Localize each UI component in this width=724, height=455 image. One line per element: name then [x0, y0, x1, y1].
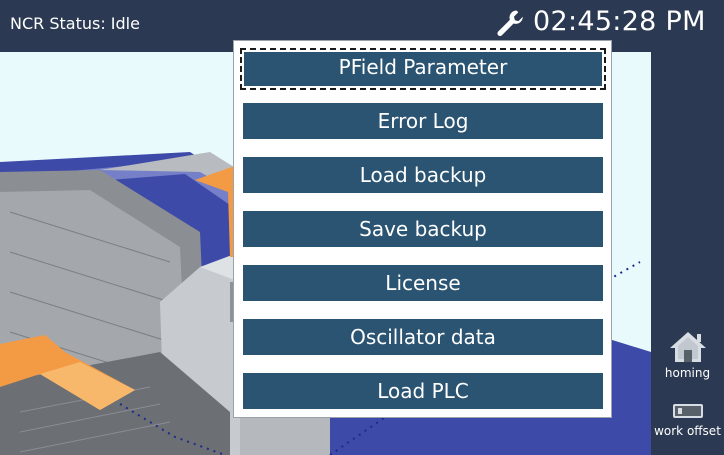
menu-item-error-log[interactable]: Error Log: [243, 103, 603, 139]
side-panel: homing work offset: [651, 46, 724, 455]
tools-menu: PField Parameter Error Log Load backup S…: [233, 40, 612, 418]
menu-item-load-plc[interactable]: Load PLC: [243, 373, 603, 409]
work-offset-button[interactable]: work offset: [651, 404, 724, 438]
homing-button[interactable]: homing: [651, 330, 724, 380]
wrench-icon[interactable]: [494, 8, 526, 38]
home-icon: [669, 332, 706, 362]
menu-item-load-backup[interactable]: Load backup: [243, 157, 603, 193]
menu-item-pfield-parameter[interactable]: PField Parameter: [240, 48, 606, 90]
toggle-icon: [672, 404, 703, 418]
ncr-status-text: NCR Status: Idle: [10, 14, 140, 33]
work-offset-label: work offset: [654, 424, 721, 438]
clock: 02:45:28 PM: [533, 6, 706, 37]
menu-item-oscillator-data[interactable]: Oscillator data: [243, 319, 603, 355]
homing-label: homing: [664, 366, 711, 380]
menu-item-save-backup[interactable]: Save backup: [243, 211, 603, 247]
menu-item-license[interactable]: License: [243, 265, 603, 301]
